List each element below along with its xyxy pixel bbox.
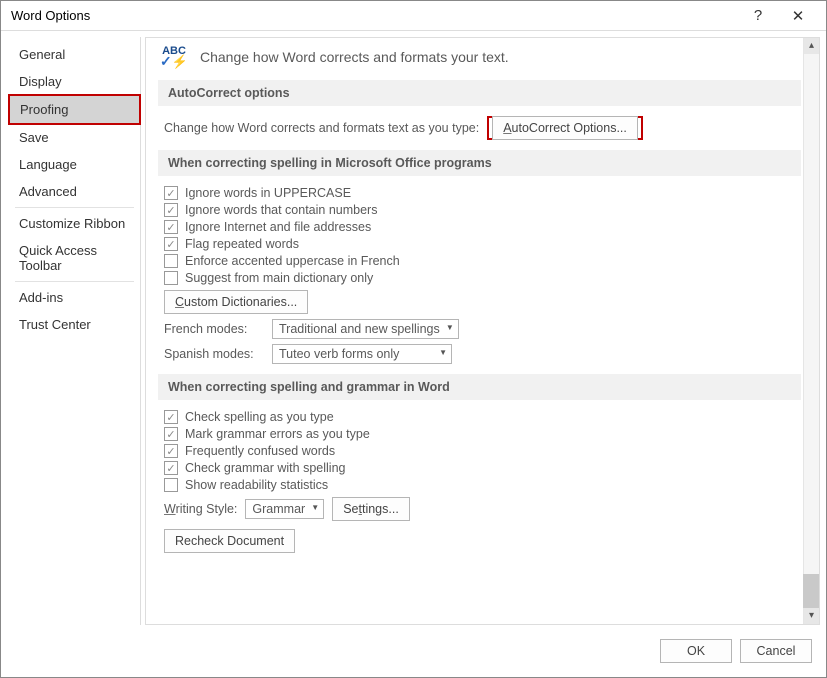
check-spell-as-type[interactable]: Check spelling as you type (164, 410, 801, 424)
sidebar-item-language[interactable]: Language (9, 151, 140, 178)
check-uppercase[interactable]: Ignore words in UPPERCASE (164, 186, 801, 200)
sidebar-item-customize-ribbon[interactable]: Customize Ribbon (9, 210, 140, 237)
autocorrect-options-button[interactable]: AutoCorrect Options... (492, 116, 638, 140)
french-modes-select[interactable]: Traditional and new spellings (272, 319, 459, 339)
check-grammar-as-type[interactable]: Mark grammar errors as you type (164, 427, 801, 441)
checkbox-icon (164, 444, 178, 458)
page-header: ABC✓⚡ Change how Word corrects and forma… (158, 46, 801, 68)
help-button[interactable]: ? (738, 2, 778, 30)
content-area: General Display Proofing Save Language A… (1, 31, 826, 631)
section-autocorrect-title: AutoCorrect options (158, 80, 801, 106)
check-confused-words[interactable]: Frequently confused words (164, 444, 801, 458)
sidebar-item-save[interactable]: Save (9, 124, 140, 151)
sidebar-item-general[interactable]: General (9, 41, 140, 68)
checkbox-icon (164, 220, 178, 234)
sidebar-separator (15, 281, 134, 282)
writing-style-select[interactable]: Grammar (245, 499, 324, 519)
sidebar-item-advanced[interactable]: Advanced (9, 178, 140, 205)
recheck-document-button[interactable]: Recheck Document (164, 529, 295, 553)
checkbox-icon (164, 254, 178, 268)
check-repeated[interactable]: Flag repeated words (164, 237, 801, 251)
checkbox-icon (164, 478, 178, 492)
main-panel: ABC✓⚡ Change how Word corrects and forma… (145, 37, 820, 625)
sidebar-item-trust-center[interactable]: Trust Center (9, 311, 140, 338)
checkbox-icon (164, 203, 178, 217)
titlebar: Word Options ? ✕ (1, 1, 826, 31)
checkbox-icon (164, 410, 178, 424)
page-header-text: Change how Word corrects and formats you… (200, 49, 509, 65)
spanish-modes-label: Spanish modes: (164, 347, 264, 361)
sidebar-item-proofing[interactable]: Proofing (8, 94, 141, 125)
autocorrect-desc: Change how Word corrects and formats tex… (164, 121, 479, 135)
sidebar-item-display[interactable]: Display (9, 68, 140, 95)
settings-button[interactable]: Settings... (332, 497, 410, 521)
scrollbar[interactable]: ▴ ▾ (803, 38, 819, 624)
window-title: Word Options (11, 8, 738, 23)
writing-style-label: Writing Style: (164, 502, 237, 516)
section-spelling-office-title: When correcting spelling in Microsoft Of… (158, 150, 801, 176)
checkbox-icon (164, 186, 178, 200)
scroll-down-icon[interactable]: ▾ (804, 608, 819, 624)
scroll-thumb[interactable] (803, 574, 819, 608)
french-modes-label: French modes: (164, 322, 264, 336)
ok-button[interactable]: OK (660, 639, 732, 663)
sidebar-separator (15, 207, 134, 208)
checkbox-icon (164, 427, 178, 441)
checkbox-icon (164, 237, 178, 251)
sidebar-item-qat[interactable]: Quick Access Toolbar (9, 237, 140, 279)
section-spelling-word-title: When correcting spelling and grammar in … (158, 374, 801, 400)
scroll-up-icon[interactable]: ▴ (804, 38, 819, 54)
sidebar-item-addins[interactable]: Add-ins (9, 284, 140, 311)
spanish-modes-select[interactable]: Tuteo verb forms only (272, 344, 452, 364)
custom-dictionaries-button[interactable]: Custom Dictionaries... (164, 290, 308, 314)
check-main-dict[interactable]: Suggest from main dictionary only (164, 271, 801, 285)
check-readability[interactable]: Show readability statistics (164, 478, 801, 492)
proofing-icon: ABC✓⚡ (158, 46, 190, 68)
dialog-footer: OK Cancel (1, 631, 826, 671)
check-french-accent[interactable]: Enforce accented uppercase in French (164, 254, 801, 268)
check-internet[interactable]: Ignore Internet and file addresses (164, 220, 801, 234)
cancel-button[interactable]: Cancel (740, 639, 812, 663)
checkbox-icon (164, 271, 178, 285)
check-grammar-with-spelling[interactable]: Check grammar with spelling (164, 461, 801, 475)
check-numbers[interactable]: Ignore words that contain numbers (164, 203, 801, 217)
sidebar: General Display Proofing Save Language A… (9, 37, 141, 625)
autocorrect-options-highlight: AutoCorrect Options... (487, 116, 643, 140)
close-button[interactable]: ✕ (778, 2, 818, 30)
checkbox-icon (164, 461, 178, 475)
